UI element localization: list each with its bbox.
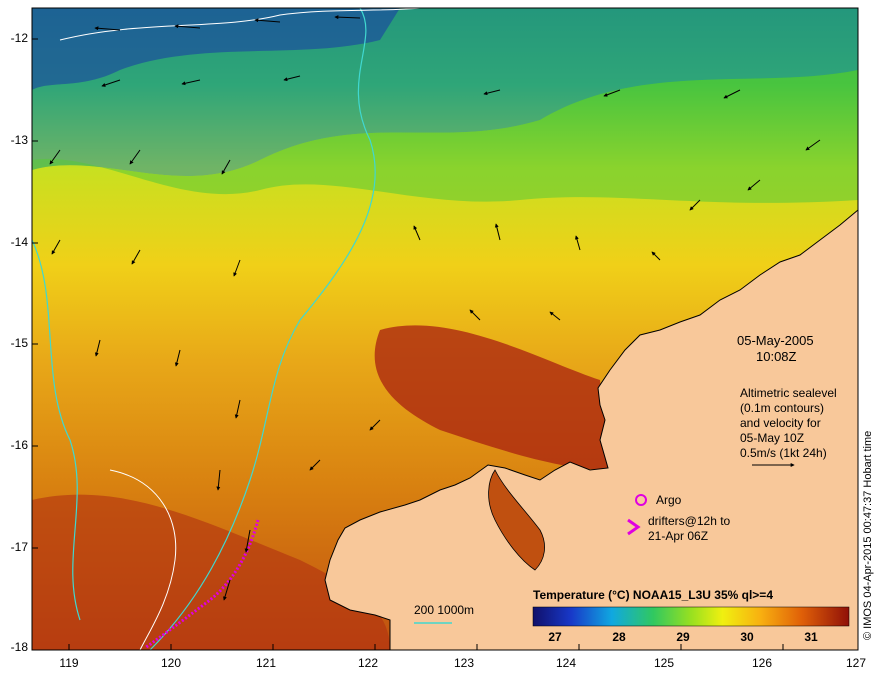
date-label: 05-May-2005 — [737, 333, 814, 348]
bathymetry-legend-label: 200 1000m — [414, 603, 475, 617]
colorbar-tick: 30 — [740, 630, 754, 644]
x-tick-label: 124 — [555, 656, 577, 670]
x-tick-label: 127 — [845, 656, 867, 670]
colorbar-tick: 28 — [612, 630, 626, 644]
argo-label: Argo — [656, 493, 682, 507]
x-tick-label: 126 — [751, 656, 773, 670]
colorbar-tick: 31 — [804, 630, 818, 644]
x-tick-label: 121 — [255, 656, 277, 670]
time-label: 10:08Z — [756, 349, 797, 364]
altimetry-note-1: Altimetric sealevel — [740, 386, 837, 400]
y-tick-label: -12 — [10, 31, 28, 45]
x-tick-label: 125 — [653, 656, 675, 670]
drifters-label-1: drifters@12h to — [648, 514, 731, 528]
altimetry-note-3: and velocity for — [740, 416, 821, 430]
altimetry-note-4: 05-May 10Z — [740, 431, 805, 445]
colorbar-tick: 27 — [548, 630, 562, 644]
x-tick-label: 120 — [160, 656, 182, 670]
y-tick-label: -15 — [10, 336, 28, 350]
y-tick-label: -13 — [10, 133, 28, 147]
x-tick-label: 123 — [453, 656, 475, 670]
y-tick-label: -18 — [10, 640, 28, 654]
y-tick-label: -17 — [10, 540, 28, 554]
altimetry-note-2: (0.1m contours) — [740, 401, 825, 415]
colorbar — [532, 606, 850, 627]
x-tick-label: 119 — [59, 656, 79, 670]
credit-label: © IMOS 04-Apr-2015 00:47:37 Hobart time — [862, 430, 874, 640]
y-tick-label: -16 — [10, 438, 28, 452]
velocity-scale-label: 0.5m/s (1kt 24h) — [740, 446, 827, 460]
colorbar-tick: 29 — [676, 630, 690, 644]
x-tick-label: 122 — [357, 656, 379, 670]
y-tick-label: -14 — [10, 235, 28, 249]
colorbar-title: Temperature (°C) NOAA15_L3U 35% ql>=4 — [533, 588, 773, 602]
drifters-label-2: 21-Apr 06Z — [648, 529, 709, 543]
